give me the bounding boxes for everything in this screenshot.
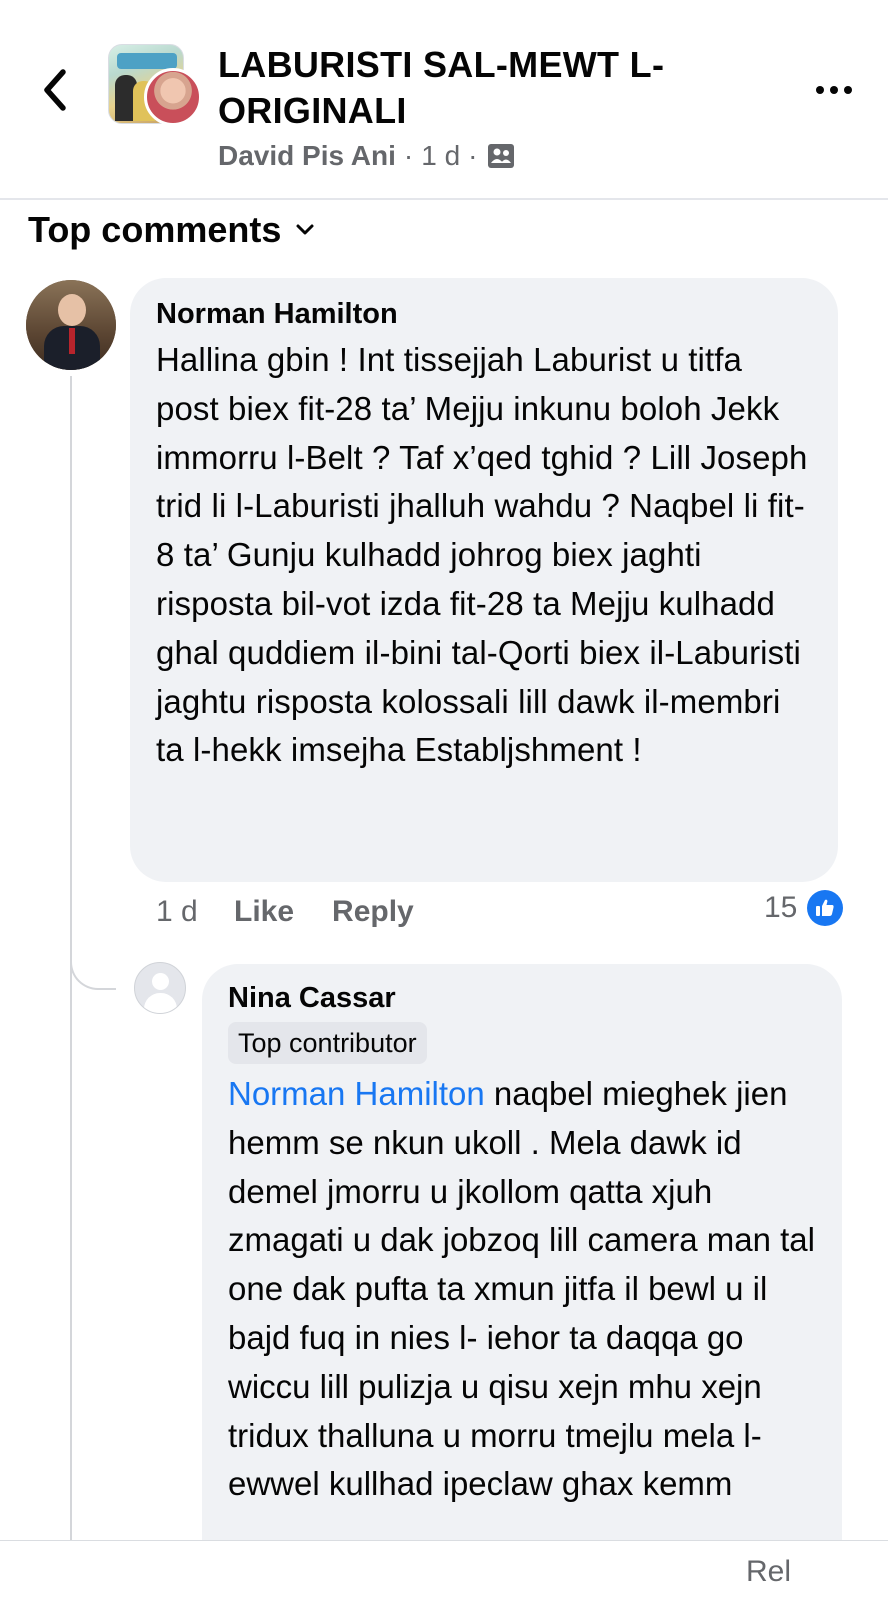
reaction-summary[interactable]: 15 <box>764 890 844 926</box>
poster-avatar <box>144 68 202 126</box>
comment-text: Hallina gbin ! Int tissejjah Laburist u … <box>156 341 808 769</box>
post-meta: David Pis Ani · 1 d · <box>218 138 516 174</box>
dot-icon <box>844 86 852 94</box>
post-time[interactable]: 1 d <box>421 138 460 174</box>
reply-text: Norman Hamilton naqbel mieghek jien hemm… <box>228 1070 816 1509</box>
meta-separator: · <box>403 140 414 171</box>
reply-button[interactable]: Reply <box>332 895 414 929</box>
meta-separator: · <box>468 140 478 171</box>
comment-bubble: Norman Hamilton Hallina gbin ! Int tisse… <box>130 278 838 882</box>
chevron-left-icon <box>44 69 66 111</box>
reply-body: naqbel mieghek jien hemm se nkun ukoll .… <box>228 1075 815 1503</box>
group-title[interactable]: LABURISTI SAL-MEWT L-ORIGINALI <box>218 42 758 134</box>
reaction-count: 15 <box>764 891 798 924</box>
chevron-down-icon <box>296 224 314 235</box>
reply-author[interactable]: Nina Cassar <box>228 980 816 1016</box>
dot-icon <box>816 86 824 94</box>
dot-icon <box>830 86 838 94</box>
group-members-icon <box>487 144 514 168</box>
commenter-avatar[interactable] <box>26 280 116 370</box>
sort-label: Top comments <box>28 209 282 250</box>
like-button[interactable]: Like <box>234 895 294 929</box>
thread-line <box>70 376 72 1600</box>
more-options-button[interactable] <box>806 70 862 110</box>
comment-author[interactable]: Norman Hamilton <box>156 296 812 332</box>
bottom-composer-bar: Rel <box>0 1540 888 1600</box>
top-contributor-badge: Top contributor <box>228 1022 427 1064</box>
comment-time[interactable]: 1 d <box>156 895 234 929</box>
group-avatar[interactable] <box>108 44 202 126</box>
back-button[interactable] <box>30 62 78 118</box>
reply-bubble: Nina Cassar Top contributor Norman Hamil… <box>202 964 842 1600</box>
comment-sort-selector[interactable]: Top comments <box>28 206 315 254</box>
thread-connector <box>70 940 116 990</box>
comment-actions: 1 d Like Reply <box>156 892 452 932</box>
reply-avatar[interactable] <box>134 962 186 1014</box>
mention-link[interactable]: Norman Hamilton <box>228 1075 485 1112</box>
like-reaction-icon <box>807 890 844 926</box>
post-author[interactable]: David Pis Ani <box>218 138 396 174</box>
bottom-hint[interactable]: Rel <box>746 1555 791 1589</box>
post-header: LABURISTI SAL-MEWT L-ORIGINALI David Pis… <box>0 0 888 200</box>
